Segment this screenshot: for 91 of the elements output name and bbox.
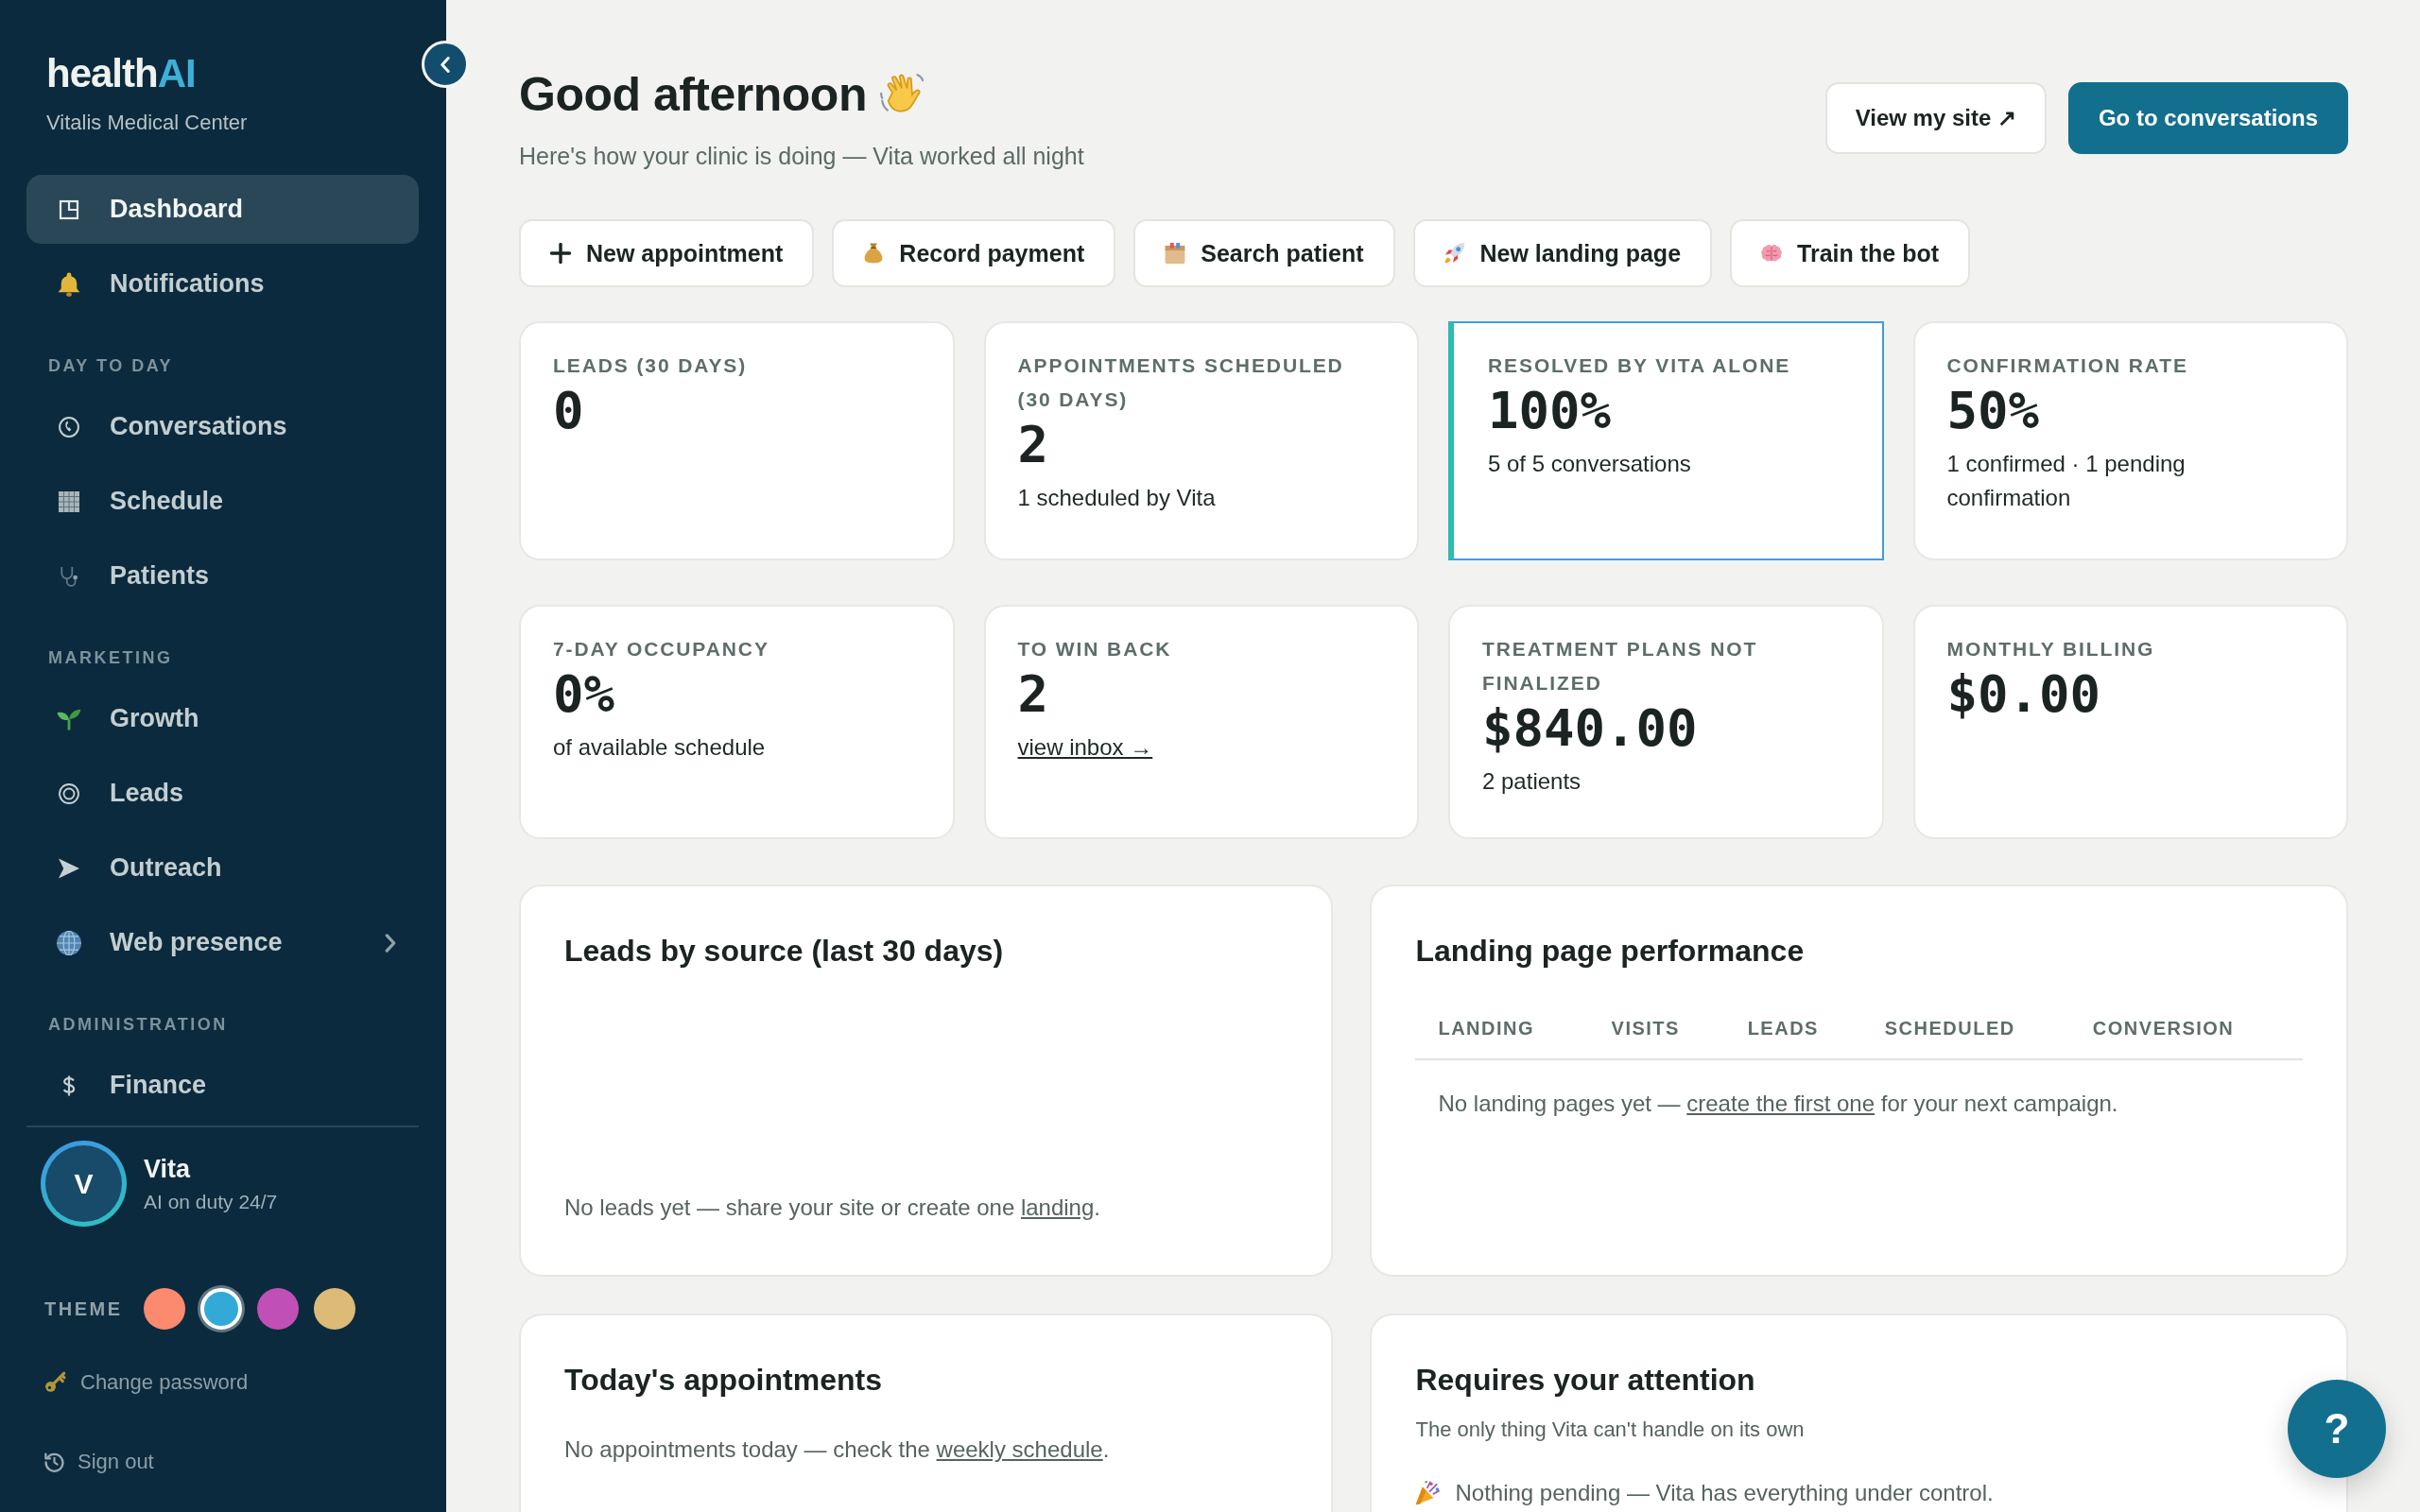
stat-value: $0.00	[1946, 664, 2101, 724]
nav-item[interactable]: Growth	[26, 684, 419, 753]
stat-label: 7-DAY OCCUPANCY	[553, 637, 770, 662]
stat-value: 0	[553, 381, 584, 440]
status-message: Nothing pending — Vita has everything under control.	[1455, 1479, 1994, 1507]
help-button[interactable]: ?	[2288, 1380, 2386, 1478]
empty-message: No leads yet — share your site or create one landing.	[564, 1194, 1101, 1222]
section-heading: ADMINISTRATION	[48, 1014, 228, 1036]
nav-item[interactable]: Conversations	[26, 392, 419, 461]
quick-action-button[interactable]: New appointment	[519, 219, 815, 287]
theme-label: THEME	[44, 1297, 123, 1320]
nav-item[interactable]: Dashboard	[26, 175, 419, 244]
theme-swatch[interactable]	[199, 1288, 242, 1330]
panel-title: Leads by source (last 30 days)	[564, 933, 1004, 970]
quick-action-button[interactable]: Search patient	[1133, 219, 1395, 287]
column-header: SCHEDULED	[1884, 1017, 2015, 1040]
stat-value: 0%	[553, 664, 615, 724]
empty-message: No landing pages yet — create the first one for your next campaign.	[1438, 1090, 2119, 1118]
panel-title: Requires your attention	[1415, 1362, 1755, 1399]
brain-icon	[1761, 243, 1783, 264]
sidebar-link[interactable]: Sign out	[26, 1448, 154, 1476]
stat-note: of available schedule	[553, 733, 767, 762]
nav-item[interactable]: Finance	[26, 1051, 419, 1120]
panel-title: Landing page performance	[1415, 933, 1805, 970]
assistant-name: Vita	[144, 1153, 192, 1185]
plus-icon	[550, 243, 571, 264]
party-popper-icon	[1415, 1481, 1441, 1505]
phone-icon	[59, 416, 79, 438]
card-link[interactable]: view inbox →	[1017, 730, 1153, 765]
quick-action-button[interactable]: New landing page	[1412, 219, 1713, 287]
theme-swatch[interactable]	[313, 1288, 355, 1330]
stat-label: TO WIN BACK	[1017, 637, 1173, 662]
nav-item[interactable]: Leads	[26, 759, 419, 828]
stat-note: 5 of 5 conversations	[1488, 450, 1692, 478]
column-header: VISITS	[1611, 1017, 1680, 1040]
section-heading: DAY TO DAY	[48, 355, 174, 377]
text-link[interactable]: weekly schedule	[936, 1436, 1103, 1462]
theme-swatch[interactable]	[143, 1288, 185, 1330]
page-subtitle: Here's how your clinic is doing — Vita worked all night	[519, 142, 1084, 171]
stat-note: 1 scheduled by Vita	[1017, 484, 1217, 512]
chevron-left-icon	[441, 56, 450, 73]
stat-value: 100%	[1488, 381, 1612, 440]
stat-label: RESOLVED BY VITA ALONE	[1488, 353, 1792, 378]
section-heading: MARKETING	[48, 647, 173, 669]
money-bag-icon	[863, 243, 885, 264]
stat-value: 2	[1017, 415, 1048, 474]
stat-label: CONFIRMATION RATE	[1946, 353, 2189, 378]
logo: healthAI	[46, 52, 196, 95]
assistant-status: AI on duty 24/7	[144, 1189, 278, 1214]
box-icon	[1165, 243, 1186, 264]
nav-item[interactable]: Web presence	[26, 908, 419, 977]
quick-action-button[interactable]: Train the bot	[1730, 219, 1971, 287]
panel-subtitle: The only thing Vita can't handle on its own	[1415, 1418, 1806, 1441]
theme-swatch[interactable]	[256, 1288, 299, 1330]
empty-message: No appointments today — check the weekly schedule.	[564, 1435, 1111, 1464]
stat-note: 1 confirmed · 1 pending confirmation	[1946, 450, 2187, 512]
sidebar-link[interactable]: Change password	[26, 1368, 249, 1397]
greeting: Good afternoon	[519, 67, 867, 123]
secondary-button[interactable]: View my site ↗	[1824, 82, 2047, 154]
nav-item[interactable]: Patients	[26, 541, 419, 610]
history-icon	[44, 1452, 64, 1472]
globe-icon	[57, 930, 81, 955]
text-link[interactable]: landing	[1020, 1194, 1095, 1220]
key-icon	[44, 1371, 67, 1394]
column-header: CONVERSION	[2092, 1017, 2235, 1040]
stat-label: MONTHLY BILLING	[1946, 637, 2156, 662]
stat-label: TREATMENT PLANS NOT FINALIZED	[1482, 637, 1759, 696]
rocket-icon	[1443, 243, 1465, 264]
panel-title: Today's appointments	[564, 1362, 882, 1399]
stat-label: LEADS (30 DAYS)	[553, 353, 749, 378]
text-link[interactable]: create the first one	[1686, 1091, 1876, 1116]
grid-icon	[59, 490, 79, 512]
stat-label: APPOINTMENTS SCHEDULED (30 DAYS)	[1017, 353, 1345, 412]
arrowhead-icon	[59, 857, 79, 879]
nav-item[interactable]: Notifications	[26, 249, 419, 318]
stat-note: 2 patients	[1482, 767, 1582, 796]
bell-icon	[57, 271, 81, 297]
nav-item[interactable]: Schedule	[26, 467, 419, 536]
stethoscope-icon	[59, 565, 79, 587]
stat-value: 50%	[1946, 381, 2040, 440]
target-icon	[59, 782, 79, 804]
clinic-name: Vitalis Medical Center	[46, 110, 248, 136]
stat-value: 2	[1017, 664, 1048, 724]
column-header: LANDING	[1438, 1017, 1535, 1040]
quick-action-button[interactable]: Record payment	[832, 219, 1116, 287]
nav-item[interactable]: Outreach	[26, 833, 419, 902]
primary-button[interactable]: Go to conversations	[2067, 82, 2348, 154]
stat-value: $840.00	[1482, 698, 1698, 758]
layout-icon	[59, 198, 79, 220]
chevron-right-icon	[385, 933, 396, 953]
column-header: LEADS	[1747, 1017, 1819, 1040]
